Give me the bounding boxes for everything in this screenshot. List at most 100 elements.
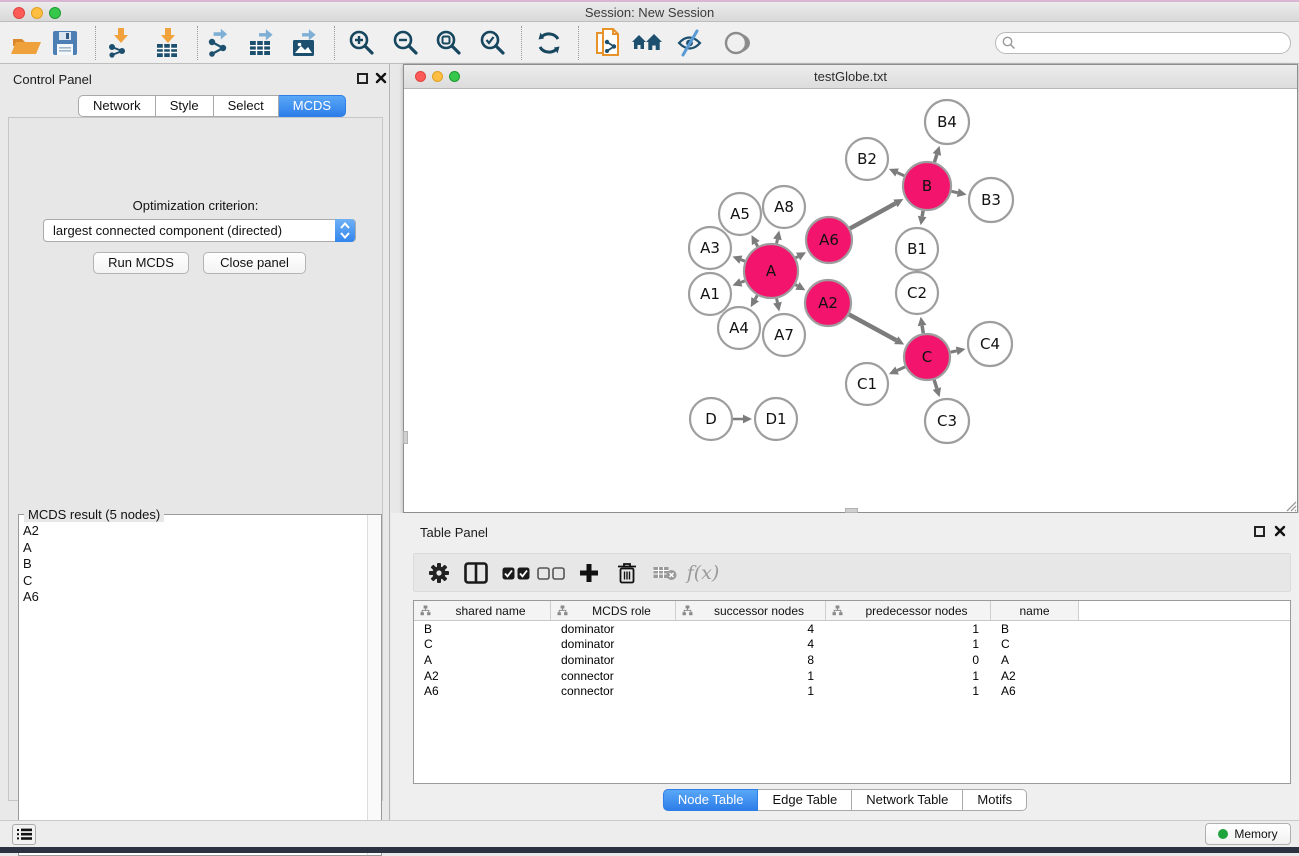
edge-C-C3[interactable] (933, 380, 941, 397)
node-C3[interactable]: C3 (925, 399, 969, 443)
edge-A-A2[interactable] (795, 282, 805, 290)
cell-successor-nodes[interactable]: 4 (676, 637, 826, 651)
deselect-all-icon[interactable] (534, 557, 568, 589)
cell-name[interactable]: A6 (991, 684, 1079, 698)
tab-style[interactable]: Style (156, 95, 214, 117)
edge-A-A8[interactable] (773, 231, 782, 244)
column-header-name[interactable]: name (991, 601, 1079, 620)
cell-successor-nodes[interactable]: 4 (676, 622, 826, 636)
edge-B-B2[interactable] (889, 169, 904, 177)
cell-name[interactable]: C (991, 637, 1079, 651)
node-C1[interactable]: C1 (846, 363, 888, 405)
close-panel-button[interactable]: Close panel (203, 252, 306, 274)
cell-MCDS-role[interactable]: dominator (551, 622, 676, 636)
network-graph[interactable]: AA6A2BCA5A8A3A1A4A7B2B4B3B1C2C4C1C3DD1 (404, 89, 1297, 513)
show-graphics-details-icon[interactable] (718, 26, 754, 60)
table-tab-network-table[interactable]: Network Table (852, 789, 963, 811)
node-B3[interactable]: B3 (969, 178, 1013, 222)
node-A3[interactable]: A3 (689, 227, 731, 269)
table-row[interactable]: Bdominator41B (414, 621, 1290, 637)
zoom-in-icon[interactable] (344, 26, 380, 60)
edge-A-A4[interactable] (751, 295, 759, 307)
table-row[interactable]: Adominator80A (414, 652, 1290, 668)
cell-successor-nodes[interactable]: 1 (676, 669, 826, 683)
node-A[interactable]: A (744, 244, 798, 298)
select-all-icon[interactable] (499, 557, 533, 589)
network-window-title-bar[interactable]: testGlobe.txt (404, 65, 1297, 89)
optimization-criterion-dropdown[interactable]: largest connected component (directed) (43, 219, 356, 242)
mcds-result-item[interactable]: A6 (23, 589, 363, 606)
refresh-icon[interactable] (531, 26, 567, 60)
cell-shared-name[interactable]: B (414, 622, 551, 636)
node-C4[interactable]: C4 (968, 322, 1012, 366)
zoom-selected-icon[interactable] (475, 26, 511, 60)
export-network-icon[interactable] (202, 26, 238, 60)
cell-MCDS-role[interactable]: connector (551, 669, 676, 683)
cell-name[interactable]: A2 (991, 669, 1079, 683)
tab-select[interactable]: Select (214, 95, 279, 117)
mcds-result-scrollbar[interactable] (367, 515, 381, 855)
window-left-grip[interactable] (403, 431, 408, 444)
edge-D-D1[interactable] (733, 415, 752, 424)
edge-A-A5[interactable] (751, 235, 759, 246)
cell-MCDS-role[interactable]: dominator (551, 653, 676, 667)
cell-successor-nodes[interactable]: 8 (676, 653, 826, 667)
add-icon[interactable] (572, 557, 606, 589)
cell-shared-name[interactable]: C (414, 637, 551, 651)
home-icon[interactable] (629, 26, 665, 60)
cell-shared-name[interactable]: A (414, 653, 551, 667)
node-B1[interactable]: B1 (896, 228, 938, 270)
table-row[interactable]: Cdominator41C (414, 637, 1290, 653)
edge-A-A1[interactable] (732, 278, 744, 286)
cell-name[interactable]: A (991, 653, 1079, 667)
hide-graphics-details-icon[interactable] (672, 26, 708, 60)
float-panel-icon[interactable] (357, 73, 368, 84)
cell-shared-name[interactable]: A2 (414, 669, 551, 683)
table-tab-edge-table[interactable]: Edge Table (758, 789, 852, 811)
mcds-result-item[interactable]: A2 (23, 523, 363, 540)
edge-A-A6[interactable] (796, 252, 806, 260)
node-A4[interactable]: A4 (718, 307, 760, 349)
node-B4[interactable]: B4 (925, 100, 969, 144)
node-C[interactable]: C (904, 334, 950, 380)
column-header-shared-name[interactable]: shared name (414, 601, 551, 620)
cell-MCDS-role[interactable]: dominator (551, 637, 676, 651)
node-D1[interactable]: D1 (755, 398, 797, 440)
node-A6[interactable]: A6 (806, 217, 852, 263)
search-input[interactable] (995, 32, 1291, 54)
edge-A6-B[interactable] (850, 199, 903, 228)
node-A8[interactable]: A8 (763, 186, 805, 228)
tab-mcds[interactable]: MCDS (279, 95, 346, 117)
run-mcds-button[interactable]: Run MCDS (93, 252, 189, 274)
mcds-result-list[interactable]: A2ABCA6 (23, 523, 363, 851)
cell-predecessor-nodes[interactable]: 1 (826, 669, 991, 683)
dropdown-spinner-icon[interactable] (335, 219, 355, 242)
column-header-MCDS-role[interactable]: MCDS role (551, 601, 676, 620)
node-A5[interactable]: A5 (719, 193, 761, 235)
delete-table-icon[interactable] (648, 557, 682, 589)
cell-MCDS-role[interactable]: connector (551, 684, 676, 698)
cell-predecessor-nodes[interactable]: 1 (826, 637, 991, 651)
zoom-out-icon[interactable] (388, 26, 424, 60)
table-float-panel-icon[interactable] (1254, 526, 1265, 537)
table-tab-motifs[interactable]: Motifs (963, 789, 1027, 811)
edge-C-C1[interactable] (889, 366, 905, 374)
edge-B-B3[interactable] (951, 188, 966, 197)
edge-B-B1[interactable] (918, 211, 927, 226)
columns-icon[interactable] (459, 557, 493, 589)
window-resize-grip[interactable] (1283, 498, 1297, 512)
table-close-panel-icon[interactable] (1274, 525, 1286, 537)
cell-predecessor-nodes[interactable]: 0 (826, 653, 991, 667)
node-A1[interactable]: A1 (689, 273, 731, 315)
cell-successor-nodes[interactable]: 1 (676, 684, 826, 698)
node-B[interactable]: B (903, 162, 951, 210)
mcds-result-item[interactable]: A (23, 540, 363, 557)
cell-name[interactable]: B (991, 622, 1079, 636)
gear-icon[interactable] (422, 557, 456, 589)
cell-predecessor-nodes[interactable]: 1 (826, 622, 991, 636)
node-C2[interactable]: C2 (896, 272, 938, 314)
delete-icon[interactable] (610, 557, 644, 589)
edge-B-B4[interactable] (933, 146, 941, 162)
edge-C-C2[interactable] (918, 317, 927, 334)
node-A2[interactable]: A2 (805, 280, 851, 326)
